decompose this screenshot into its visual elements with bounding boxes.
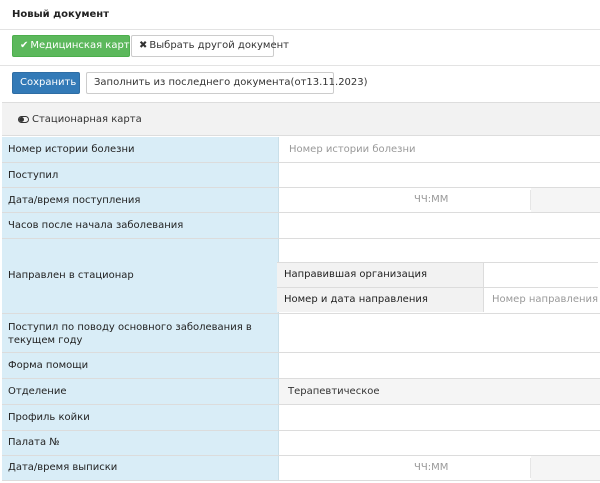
- choose-other-document-button[interactable]: ✖ Выбрать другой документ: [131, 35, 289, 57]
- care-form-label: Форма помощи: [8, 360, 89, 371]
- medical-card-button[interactable]: ✔ Медицинская карта: [12, 35, 136, 57]
- divider: [0, 65, 600, 66]
- choose-other-label: Выбрать другой документ: [149, 40, 289, 51]
- referral-number-label: Номер и дата направления: [284, 294, 428, 305]
- row-admitted: Поступил: [2, 163, 600, 188]
- toggle-icon: [18, 116, 29, 123]
- row-care-form: Форма помощи: [2, 353, 600, 379]
- row-history-number: Номер истории болезни Номер истории боле…: [2, 137, 600, 163]
- page-title: Новый документ: [12, 9, 110, 20]
- main-disease-label: Поступил по поводу основного заболевания…: [8, 322, 252, 346]
- row-admission-datetime: Дата/время поступления ЧЧ:ММ: [2, 188, 600, 213]
- referral-number-row: Номер и дата направления Номер направлен…: [277, 287, 598, 312]
- close-icon: ✖: [139, 40, 148, 51]
- save-button[interactable]: Сохранить: [12, 72, 80, 94]
- history-number-label: Номер истории болезни: [8, 144, 135, 155]
- admission-datetime-label: Дата/время поступления: [8, 195, 141, 206]
- panel-header: Новый документ: [0, 0, 600, 30]
- row-hours-after-onset: Часов после начала заболевания: [2, 213, 600, 239]
- admission-time-placeholder: ЧЧ:ММ: [414, 194, 449, 205]
- department-label: Отделение: [8, 386, 67, 397]
- medical-card-label: Медицинская карта: [30, 40, 136, 51]
- row-main-disease: Поступил по поводу основного заболевания…: [2, 314, 600, 353]
- admission-time-input[interactable]: ЧЧ:ММ: [279, 190, 531, 210]
- fill-from-last-button[interactable]: Заполнить из последнего документа(от13.1…: [86, 72, 368, 94]
- check-icon: ✔: [20, 40, 29, 51]
- row-ward: Палата №: [2, 431, 600, 456]
- referring-org-row: Направившая организация: [277, 262, 598, 287]
- row-department: Отделение Терапевтическое: [2, 379, 600, 405]
- care-form-input[interactable]: [279, 353, 600, 378]
- admitted-input[interactable]: [279, 163, 600, 187]
- referring-org-input[interactable]: [484, 263, 598, 287]
- history-number-input[interactable]: Номер истории болезни: [279, 137, 600, 162]
- referral-number-placeholder: Номер направления: [492, 294, 599, 305]
- discharge-time-placeholder: ЧЧ:ММ: [414, 462, 449, 473]
- history-number-placeholder: Номер истории болезни: [289, 144, 416, 155]
- hours-after-onset-input[interactable]: [279, 213, 600, 238]
- bed-profile-input[interactable]: [279, 405, 600, 430]
- bed-profile-label: Профиль койки: [8, 412, 90, 423]
- ward-label: Палата №: [8, 437, 60, 448]
- section-title: Стационарная карта: [32, 114, 142, 125]
- department-select[interactable]: Терапевтическое: [279, 379, 600, 404]
- referring-org-label: Направившая организация: [284, 269, 428, 280]
- discharge-datetime-label: Дата/время выписки: [8, 462, 118, 473]
- section-header[interactable]: Стационарная карта: [2, 102, 600, 136]
- referral-number-input[interactable]: Номер направления: [484, 288, 598, 312]
- admitted-label: Поступил: [8, 170, 59, 181]
- row-bed-profile: Профиль койки: [2, 405, 600, 431]
- discharge-time-input[interactable]: ЧЧ:ММ: [279, 458, 531, 478]
- ward-input[interactable]: [279, 431, 600, 455]
- hours-after-onset-label: Часов после начала заболевания: [8, 220, 184, 231]
- row-discharge-datetime: Дата/время выписки ЧЧ:ММ: [2, 456, 600, 481]
- admission-date-area[interactable]: [531, 188, 600, 212]
- discharge-date-area[interactable]: [531, 456, 600, 480]
- department-value: Терапевтическое: [288, 386, 380, 397]
- main-disease-input[interactable]: [279, 314, 600, 352]
- referred-label: Направлен в стационар: [8, 270, 134, 281]
